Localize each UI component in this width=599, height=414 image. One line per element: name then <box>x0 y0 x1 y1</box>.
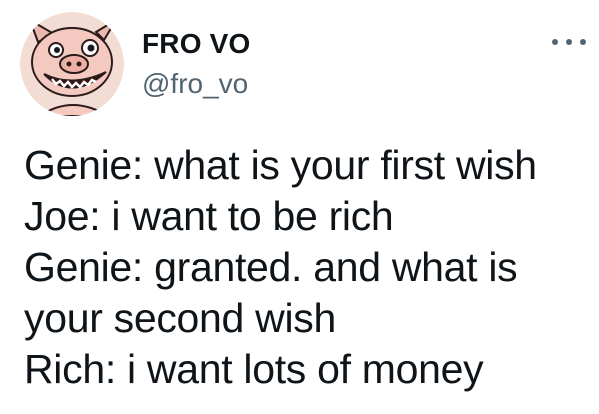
more-dot <box>566 39 572 45</box>
tweet-text-line: Genie: granted. and what is <box>24 244 518 290</box>
more-dot <box>552 39 558 45</box>
tweet-text-line: Joe: i want to be rich <box>24 193 394 239</box>
tweet-text-line: Genie: what is your first wish <box>24 142 537 188</box>
tweet-text-line: your second wish <box>24 295 336 341</box>
more-options-icon[interactable] <box>552 34 586 50</box>
more-dot <box>580 39 586 45</box>
author-handle[interactable]: @fro_vo <box>142 67 248 101</box>
avatar[interactable] <box>20 12 124 116</box>
tweet-text: Genie: what is your first wish Joe: i wa… <box>24 140 594 395</box>
tweet-card: FRO VO @fro_vo Genie: what is your first… <box>0 0 599 414</box>
tweet-text-line: Rich: i want lots of money <box>24 346 484 392</box>
pig-avatar-icon <box>20 12 124 116</box>
author-display-name[interactable]: FRO VO <box>142 27 251 61</box>
